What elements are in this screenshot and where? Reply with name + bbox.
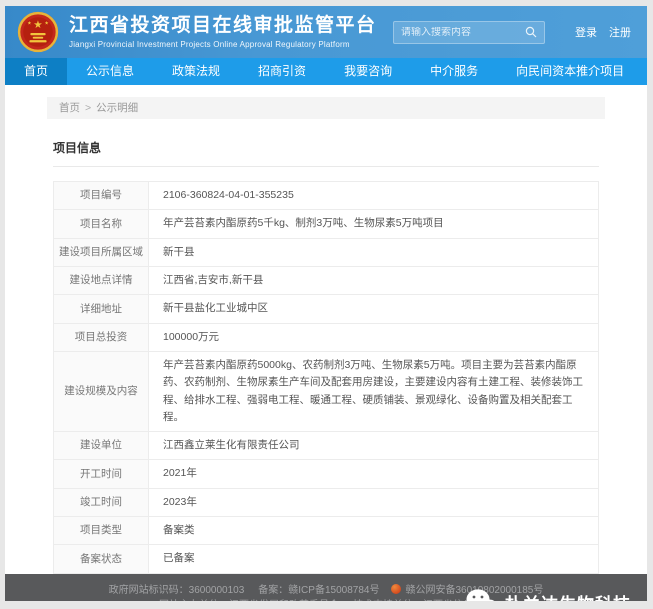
table-row: 项目类型 备案类 bbox=[54, 517, 598, 546]
breadcrumb: 首页 > 公示明细 bbox=[47, 97, 605, 119]
national-emblem-logo: ★ ★ ★ bbox=[17, 11, 59, 53]
auth-links: 登录 注册 bbox=[575, 24, 631, 40]
project-table: 项目编号 2106-360824-04-01-355235 项目名称 年产芸苔素… bbox=[53, 181, 599, 574]
table-row: 建设规模及内容 年产芸苔素内酯原药5000kg、农药制剂3万吨、生物尿素5万吨。… bbox=[54, 351, 598, 433]
row-value: 2106-360824-04-01-355235 bbox=[163, 189, 294, 201]
watermark-text: 朴兰达生物科技 bbox=[505, 590, 631, 601]
row-label: 开工时间 bbox=[54, 460, 149, 488]
search-icon[interactable] bbox=[525, 26, 537, 38]
main-content: 项目信息 项目编号 2106-360824-04-01-355235 项目名称 … bbox=[5, 119, 647, 574]
row-label: 项目名称 bbox=[54, 210, 149, 238]
gov-site-id: 政府网站标识码：3600000103 bbox=[108, 584, 245, 596]
row-value: 江西鑫立莱生化有限责任公司 bbox=[163, 439, 300, 452]
svg-text:★: ★ bbox=[27, 20, 31, 26]
row-label: 项目总投资 bbox=[54, 323, 149, 351]
row-label: 建设单位 bbox=[54, 432, 149, 460]
nav-item[interactable]: 中介服务 bbox=[411, 58, 497, 85]
nav-item[interactable]: 招商引资 bbox=[239, 58, 325, 85]
row-value: 2021年 bbox=[163, 467, 197, 480]
row-value: 已备案 bbox=[163, 552, 195, 565]
row-value: 年产芸苔素内酯原药5千kg、制剂3万吨、生物尿素5万吨项目 bbox=[163, 217, 444, 230]
row-label: 建设地点详情 bbox=[54, 266, 149, 295]
search-box[interactable] bbox=[393, 20, 545, 44]
row-label: 建设规模及内容 bbox=[54, 351, 149, 432]
watermark: 朴兰达生物科技 bbox=[466, 589, 631, 601]
breadcrumb-separator: > bbox=[85, 102, 92, 114]
title-block: 江西省投资项目在线审批监管平台 Jiangxi Provincial Inves… bbox=[69, 15, 377, 49]
nav-item[interactable]: 公示信息 bbox=[67, 58, 153, 85]
svg-text:★: ★ bbox=[44, 20, 48, 26]
register-link[interactable]: 注册 bbox=[609, 24, 631, 40]
site-title: 江西省投资项目在线审批监管平台 bbox=[69, 15, 377, 36]
row-label: 建设项目所属区域 bbox=[54, 238, 149, 266]
table-row: 项目编号 2106-360824-04-01-355235 bbox=[54, 182, 598, 211]
table-row: 建设单位 江西鑫立莱生化有限责任公司 bbox=[54, 432, 598, 461]
row-value: 备案类 bbox=[163, 524, 195, 537]
table-row: 项目名称 年产芸苔素内酯原药5千kg、制剂3万吨、生物尿素5万吨项目 bbox=[54, 210, 598, 239]
breadcrumb-current: 公示明细 bbox=[96, 102, 139, 114]
nav-item[interactable]: 政策法规 bbox=[153, 58, 239, 85]
main-nav: 首页 公示信息 政策法规 招商引资 我要咨询 中介服务 向民间资本推介项目 bbox=[5, 58, 647, 85]
row-label: 备案状态 bbox=[54, 545, 149, 573]
row-label: 项目类型 bbox=[54, 517, 149, 545]
table-row: 建设地点详情 江西省,吉安市,新干县 bbox=[54, 266, 598, 296]
table-row: 项目总投资 100000万元 bbox=[54, 323, 598, 352]
site-subtitle: Jiangxi Provincial Investment Projects O… bbox=[69, 40, 350, 49]
breadcrumb-home[interactable]: 首页 bbox=[59, 102, 80, 114]
row-label: 竣工时间 bbox=[54, 488, 149, 517]
nav-item[interactable]: 向民间资本推介项目 bbox=[497, 58, 643, 85]
section-title: 项目信息 bbox=[53, 139, 599, 167]
row-label: 项目编号 bbox=[54, 182, 149, 210]
table-row: 详细地址 新干县盐化工业城中区 bbox=[54, 295, 598, 324]
row-value: 江西省,吉安市,新干县 bbox=[163, 273, 264, 286]
table-row: 开工时间 2021年 bbox=[54, 460, 598, 489]
row-value: 年产芸苔素内酯原药5000kg、农药制剂3万吨、生物尿素5万吨。项目主要为芸苔素… bbox=[163, 358, 583, 423]
site-footer: 政府网站标识码：3600000103备案：赣ICP备15008784号赣公网安备… bbox=[5, 573, 647, 601]
table-row: 建设项目所属区域 新干县 bbox=[54, 238, 598, 267]
row-label: 详细地址 bbox=[54, 295, 149, 323]
row-value: 2023年 bbox=[163, 495, 197, 508]
icp-record[interactable]: 备案：赣ICP备15008784号 bbox=[258, 585, 379, 596]
table-row: 竣工时间 2023年 bbox=[54, 488, 598, 518]
nav-item[interactable]: 首页 bbox=[5, 58, 68, 85]
svg-text:★: ★ bbox=[33, 19, 42, 31]
security-badge-icon bbox=[391, 583, 402, 594]
nav-item[interactable]: 我要咨询 bbox=[325, 58, 411, 85]
row-value: 新干县 bbox=[163, 245, 195, 258]
page: ★ ★ ★ 江西省投资项目在线审批监管平台 Jiangxi Provincial… bbox=[5, 6, 647, 601]
login-link[interactable]: 登录 bbox=[575, 24, 597, 40]
row-value: 新干县盐化工业城中区 bbox=[163, 302, 268, 315]
row-value: 100000万元 bbox=[163, 330, 220, 343]
search-input[interactable] bbox=[401, 26, 525, 38]
wechat-icon bbox=[466, 589, 495, 601]
table-row: 备案状态 已备案 bbox=[54, 545, 598, 574]
host-unit: 网站主办单位：江西省发展和改革委员会 bbox=[159, 600, 339, 601]
site-header: ★ ★ ★ 江西省投资项目在线审批监管平台 Jiangxi Provincial… bbox=[5, 6, 647, 58]
